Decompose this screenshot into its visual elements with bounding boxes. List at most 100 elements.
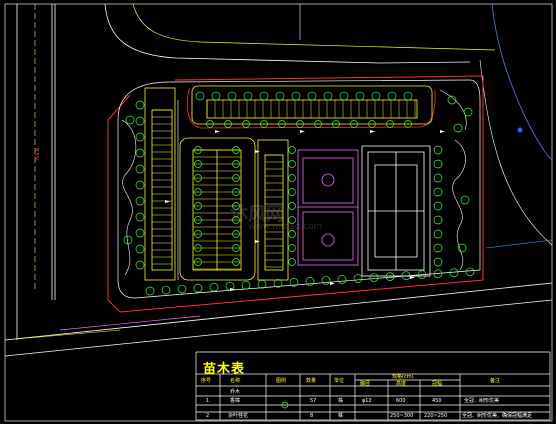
left-road bbox=[16, 4, 56, 340]
row1-name: 香樟 bbox=[230, 398, 241, 404]
traffic-arrow bbox=[215, 130, 220, 133]
watermark-url: www.mfcad.com bbox=[248, 222, 323, 232]
header-name: 名称 bbox=[230, 378, 241, 384]
top-road-line bbox=[132, 3, 496, 51]
tree-symbol bbox=[135, 180, 145, 190]
row2-qty: 8 bbox=[310, 413, 314, 419]
row1-unit: 株 bbox=[338, 398, 344, 404]
tree-symbol bbox=[337, 275, 347, 284]
tree-symbol bbox=[387, 91, 397, 101]
tree-symbol bbox=[135, 260, 145, 270]
tree-symbol bbox=[257, 279, 267, 289]
header-legend: 图例 bbox=[276, 378, 287, 384]
tree-symbol bbox=[243, 91, 253, 101]
traffic-arrow bbox=[330, 282, 335, 285]
tree-symbol bbox=[307, 91, 317, 101]
tree-symbol bbox=[135, 100, 145, 110]
bottom-road-2 bbox=[4, 299, 553, 357]
tree-symbol bbox=[288, 188, 296, 196]
header-spec: 规格(cm) bbox=[392, 374, 414, 380]
tree-symbol bbox=[135, 116, 145, 126]
tree-symbol bbox=[288, 174, 296, 182]
tree-symbol bbox=[453, 123, 463, 133]
tree-symbol bbox=[339, 91, 349, 101]
traffic-arrow bbox=[230, 288, 235, 291]
tree-symbol bbox=[457, 243, 467, 253]
tree-symbol bbox=[288, 160, 296, 168]
row1-diameter: φ12 bbox=[362, 398, 372, 404]
tree-symbol bbox=[135, 164, 145, 174]
tree-symbol bbox=[385, 272, 395, 281]
tree-symbol bbox=[433, 145, 443, 155]
tree-symbol bbox=[433, 173, 443, 183]
row1-note: 全冠、树形优美 bbox=[464, 398, 500, 404]
row2-note: 全冠、树形优美、确保冠幅满足 bbox=[462, 413, 533, 419]
row1-height: 600 bbox=[396, 398, 406, 404]
tree-symbol bbox=[355, 91, 365, 101]
basketball-courts bbox=[297, 149, 359, 266]
tree-symbol bbox=[353, 274, 363, 283]
row1-crown: 450 bbox=[432, 398, 442, 404]
tree-symbol bbox=[288, 258, 296, 266]
tree-symbol bbox=[460, 195, 470, 205]
tree-symbol bbox=[288, 202, 296, 210]
tree-symbol bbox=[288, 146, 296, 154]
tree-symbol bbox=[433, 229, 443, 239]
water-point bbox=[517, 127, 523, 133]
tree-symbol bbox=[177, 284, 187, 294]
tree-symbol bbox=[135, 132, 145, 142]
tree-symbol bbox=[259, 91, 269, 101]
tree-symbol bbox=[465, 267, 475, 277]
table-title: 苗木表 bbox=[203, 362, 246, 377]
tennis-courts bbox=[361, 145, 431, 277]
tree-symbol bbox=[161, 285, 171, 295]
tree-symbol bbox=[135, 244, 145, 254]
header-note: 备注 bbox=[490, 378, 501, 384]
traffic-arrow bbox=[255, 240, 260, 243]
traffic-arrow bbox=[410, 276, 415, 279]
tree-symbol bbox=[433, 215, 443, 225]
row2-height: 250~300 bbox=[390, 413, 414, 419]
tree-symbol bbox=[433, 187, 443, 197]
river-edge bbox=[491, 3, 553, 161]
traffic-arrow bbox=[370, 130, 375, 133]
row1-no: 1 bbox=[206, 398, 210, 404]
tree-symbol bbox=[291, 91, 301, 101]
traffic-arrow bbox=[300, 130, 305, 133]
header-crown: 冠幅 bbox=[432, 381, 443, 387]
row2-no: 2 bbox=[206, 413, 210, 419]
tree-symbol bbox=[211, 91, 221, 101]
tree-symbol bbox=[463, 107, 473, 117]
traffic-arrow bbox=[165, 200, 170, 203]
tree-symbol bbox=[209, 282, 219, 292]
row1-qty: 57 bbox=[310, 398, 317, 404]
tree-symbol bbox=[275, 91, 285, 101]
traffic-arrow bbox=[255, 150, 260, 153]
tree-symbol bbox=[135, 228, 145, 238]
row-category: 乔木 bbox=[230, 389, 241, 395]
row2-unit: 株 bbox=[338, 413, 344, 419]
tree-symbol bbox=[241, 280, 251, 290]
tree-symbol bbox=[135, 212, 145, 222]
tree-symbol bbox=[369, 273, 379, 282]
tree-symbol bbox=[145, 286, 155, 296]
bottom-road-1 bbox=[4, 282, 553, 341]
tree-symbol bbox=[135, 196, 145, 206]
tree-symbol bbox=[288, 244, 296, 252]
row2-crown: 220~250 bbox=[424, 413, 448, 419]
header-height: 高度 bbox=[396, 381, 407, 387]
tree-symbol bbox=[193, 283, 203, 293]
tree-symbol bbox=[321, 276, 331, 285]
tree-symbol bbox=[433, 159, 443, 169]
road-slope-label: 8.5% bbox=[33, 148, 39, 161]
tree-symbol bbox=[323, 91, 333, 101]
row2-name: 杂叶桂花 bbox=[228, 413, 249, 419]
tree-symbol bbox=[125, 115, 135, 125]
tree-symbol bbox=[227, 91, 237, 101]
tree-symbol bbox=[433, 243, 443, 253]
tree-symbol bbox=[371, 91, 381, 101]
tree-symbol bbox=[433, 257, 443, 267]
header-diameter: 胸径 bbox=[360, 381, 371, 387]
tree-symbol bbox=[305, 277, 315, 286]
header-unit: 单位 bbox=[334, 378, 345, 384]
